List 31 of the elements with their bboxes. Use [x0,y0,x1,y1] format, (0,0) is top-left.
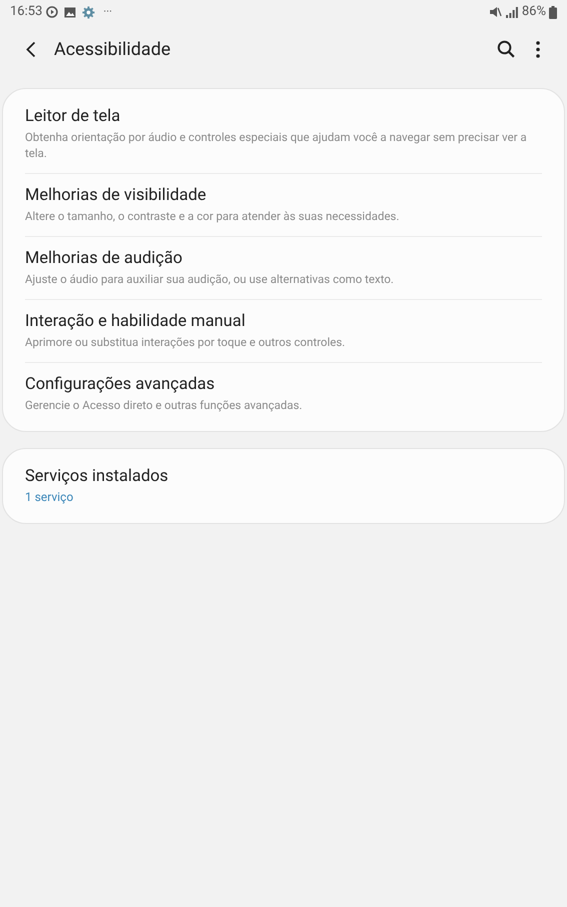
item-title: Interação e habilidade manual [25,311,246,333]
item-description: Altere o tamanho, o contraste e a cor para atender às suas necessidades. [25,208,400,225]
play-icon [46,6,58,18]
item-title: Serviços instalados [25,466,170,488]
page-title: Acessibilidade [54,38,171,62]
battery-icon [549,6,557,18]
settings-item[interactable]: Interação e habilidade manual Aprimore ou substitua interações por toque e outros controles. [25,299,542,362]
signal-icon [506,6,518,18]
settings-item[interactable]: Melhorias de visibilidade Altere o tamanho, o contraste e a cor para atender às suas necessidades. [25,173,542,236]
status-time: 16:53 [10,3,42,22]
settings-item[interactable]: Leitor de tela Obtenha orientação por áudio e controles especiais que ajudam você a navegar sem precisar ver a tela. [25,95,542,173]
item-description: Aprimore ou substitua interações por toque e outros controles. [25,334,346,351]
settings-item[interactable]: Melhorias de audição Ajuste o áudio para auxiliar sua audição, ou use alternativas como texto. [25,236,542,299]
battery-percentage: 86% [522,3,546,22]
item-description: Ajuste o áudio para auxiliar sua audição, ou use alternativas como texto. [25,271,395,288]
item-status: 1 serviço [25,489,74,506]
mute-icon [488,6,502,18]
settings-item[interactable]: Serviços instalados 1 serviço [25,455,542,517]
item-title: Leitor de tela [25,106,122,128]
item-description: Gerencie o Acesso direto e outras funções avançadas. [25,397,304,414]
settings-item[interactable]: Configurações avançadas Gerencie o Acesso direto e outras funções avançadas. [25,362,542,425]
item-description: Obtenha orientação por áudio e controles especiais que ajudam você a navegar sem precisar ver a tela. [25,129,528,162]
back-icon[interactable] [26,40,36,58]
search-icon[interactable] [497,40,515,58]
gear-icon [82,6,96,18]
more-options-icon[interactable] [536,40,540,58]
item-title: Melhorias de audição [25,248,184,270]
image-icon [64,6,76,18]
item-title: Melhorias de visibilidade [25,185,208,207]
more-notifications-text: ··· [103,4,112,20]
item-title: Configurações avançadas [25,374,216,396]
